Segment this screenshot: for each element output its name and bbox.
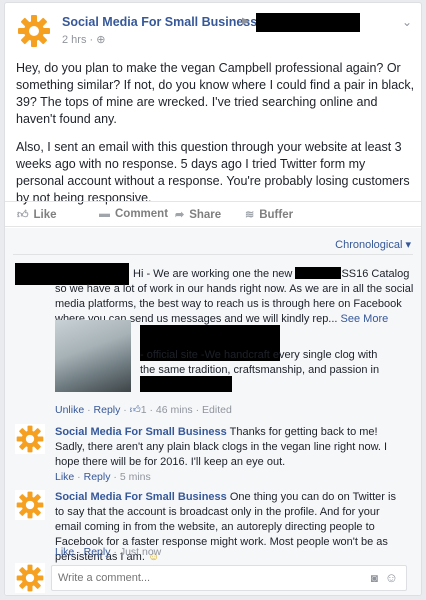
like-count: 1 [140, 404, 147, 416]
reply-link[interactable]: Reply [84, 471, 111, 483]
camera-icon[interactable]: ◙ [371, 571, 378, 585]
comment-time[interactable]: 5 mins [120, 471, 151, 483]
composer-avatar [15, 563, 45, 593]
post-body: Hey, do you plan to make the vegan Campb… [16, 60, 416, 218]
like-button[interactable]: 👍︎ Like [17, 208, 57, 221]
emoji-icon[interactable]: ☺ [385, 570, 398, 585]
buffer-icon: ≋ [245, 209, 255, 221]
like-link[interactable]: Like [55, 471, 74, 483]
comment-input[interactable] [58, 572, 358, 584]
commenter-name[interactable]: Social Media For Small Business [55, 491, 227, 503]
redacted-brand [295, 267, 342, 279]
comment-time[interactable]: Just now [120, 546, 161, 558]
like-link[interactable]: Like [55, 546, 74, 558]
thumbs-up-icon[interactable]: 👍︎ [130, 404, 141, 416]
share-icon: ➦ [175, 209, 185, 221]
buffer-button[interactable]: ≋ Buffer [245, 208, 293, 221]
comment-icon: ▬ [99, 208, 110, 220]
comment-text: Hi - We are working one the new SS16 Cat… [55, 267, 414, 325]
divider [13, 254, 413, 255]
thumbs-up-icon: 👍︎ [17, 209, 29, 221]
post-paragraph: Also, I sent an email with this question… [16, 140, 410, 205]
post-meta: 2 hrs · ⊕ [62, 34, 106, 46]
share-button[interactable]: ➦ Share [175, 208, 221, 221]
comment-text: Social Media For Small Business Thanks f… [55, 426, 388, 468]
redacted-link-domain [140, 376, 232, 392]
comment-meta: Unlike · Reply · 👍︎1 · 46 mins · Edited [55, 404, 232, 416]
commenter-name[interactable]: Social Media For Small Business [55, 426, 227, 438]
link-preview[interactable]: - official site -We handcraft every sing… [55, 320, 400, 392]
reply-link[interactable]: Reply [94, 404, 121, 416]
caret-down-icon: ▾ [405, 239, 411, 251]
reply-link[interactable]: Reply [84, 546, 111, 558]
post-paragraph: Hey, do you plan to make the vegan Campb… [16, 61, 415, 126]
post-header: Social Media For Small Business ▶ 2 hrs … [16, 13, 412, 53]
page-avatar[interactable] [16, 13, 52, 49]
link-thumbnail [55, 320, 131, 392]
comment-avatar[interactable] [15, 490, 45, 520]
comment-time[interactable]: 46 mins [156, 404, 193, 416]
sort-dropdown[interactable]: Chronological ▾ [335, 238, 411, 251]
comment-button[interactable]: ▬ Comment [99, 208, 168, 220]
chevron-down-icon[interactable]: ⌄ [402, 15, 412, 29]
globe-icon: ⊕ [96, 34, 106, 46]
comment-meta: Like · Reply · Just now [55, 546, 162, 558]
post-time[interactable]: 2 hrs [62, 34, 86, 46]
action-bar: 👍︎ Like ▬ Comment ➦ Share ≋ Buffer [5, 201, 421, 227]
comment-meta: Like · Reply · 5 mins [55, 471, 151, 483]
post-card: Social Media For Small Business ▶ 2 hrs … [4, 2, 422, 596]
comment-composer[interactable]: ◙ ☺ [51, 565, 407, 591]
arrow-right-icon: ▶ [242, 16, 250, 27]
page-name-link[interactable]: Social Media For Small Business [62, 15, 257, 29]
comments-section: Chronological ▾ Hi - We are working one … [5, 228, 421, 595]
unlike-link[interactable]: Unlike [55, 404, 84, 416]
edited-label[interactable]: Edited [202, 404, 232, 416]
redacted-name [256, 13, 360, 32]
comment-avatar[interactable] [15, 424, 45, 454]
